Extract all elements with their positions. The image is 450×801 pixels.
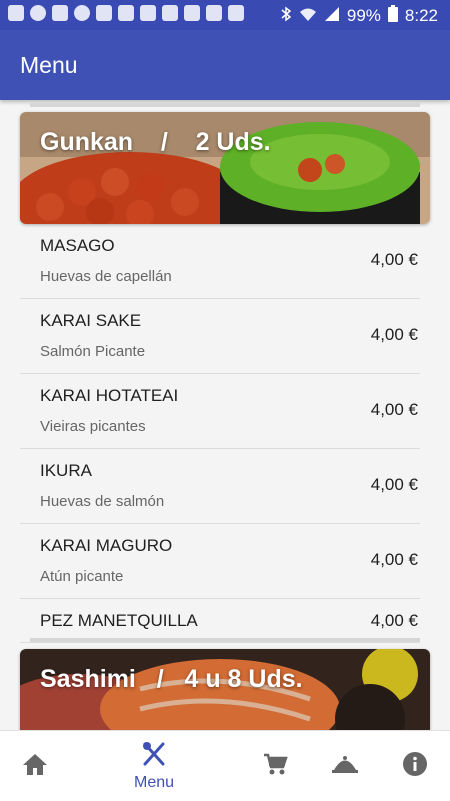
list-item[interactable]: PEZ MANETQUILLA 4,00 € (20, 599, 420, 643)
menu-icon (141, 741, 167, 772)
message-icon (8, 5, 24, 21)
list-item[interactable]: MASAGO Huevas de capellán 4,00 € (20, 224, 420, 299)
item-list: MASAGO Huevas de capellán 4,00 € KARAI S… (20, 224, 420, 643)
status-bar: 99% 8:22 (0, 0, 450, 30)
clock: 8:22 (404, 6, 438, 25)
item-name: KARAI SAKE (40, 311, 142, 330)
item-price: 4,00 € (370, 250, 418, 269)
item-description: Atún picante (40, 568, 124, 585)
menu-content[interactable]: Gunkan / 2 Uds. MASAGO Huevas de capellá… (0, 100, 450, 730)
item-description: Salmón Picante (40, 343, 146, 360)
battery-icon (387, 5, 398, 27)
category-title: Sashimi / 4 u 8 Uds. (40, 665, 303, 693)
info-icon (402, 751, 428, 782)
mail-icon (140, 5, 156, 21)
item-description: Huevas de capellán (40, 268, 172, 285)
soccer-icon (74, 5, 90, 21)
item-price: 4,00 € (370, 550, 418, 569)
page-title: Menu (20, 52, 78, 78)
item-name: KARAI HOTATEAI (40, 386, 179, 405)
category-card-gunkan[interactable]: Gunkan / 2 Uds. (20, 112, 430, 224)
list-item[interactable]: KARAI MAGURO Atún picante 4,00 € (20, 524, 420, 599)
nav-menu[interactable]: Menu (118, 731, 190, 801)
block-icon (30, 5, 46, 21)
divider (30, 103, 420, 107)
item-price: 4,00 € (370, 400, 418, 419)
app-icon (118, 5, 134, 21)
newspaper-icon (228, 5, 244, 21)
battery-percent: 99% (346, 6, 381, 25)
category-title: Gunkan / 2 Uds. (40, 128, 271, 156)
item-description: Vieiras picantes (40, 418, 146, 435)
item-name: KARAI MAGURO (40, 536, 173, 555)
shield-icon (162, 5, 178, 21)
cart-icon (262, 752, 288, 781)
nav-cart[interactable] (240, 731, 310, 801)
bottom-navigation: Menu (0, 730, 450, 801)
nav-menu-label: Menu (133, 773, 175, 791)
item-name: IKURA (40, 461, 92, 480)
divider (30, 638, 420, 642)
item-description: Huevas de salmón (40, 493, 165, 510)
calendar-icon (52, 5, 68, 21)
nav-home[interactable] (0, 731, 70, 801)
list-item[interactable]: IKURA Huevas de salmón 4,00 € (20, 449, 420, 524)
bluetooth-icon (280, 6, 292, 27)
item-name: PEZ MANETQUILLA (40, 611, 198, 630)
nav-orders[interactable] (310, 731, 380, 801)
item-price: 4,00 € (370, 611, 418, 630)
item-price: 4,00 € (370, 475, 418, 494)
nav-info[interactable] (380, 731, 450, 801)
wifi-icon (299, 6, 317, 27)
cloche-icon (331, 753, 359, 780)
gallery-icon (96, 5, 112, 21)
app-bar: Menu (0, 30, 450, 100)
list-item[interactable]: KARAI SAKE Salmón Picante 4,00 € (20, 299, 420, 374)
list-item[interactable]: KARAI HOTATEAI Vieiras picantes 4,00 € (20, 374, 420, 449)
flag-icon (206, 5, 222, 21)
item-price: 4,00 € (370, 325, 418, 344)
category-card-sashimi[interactable]: Sashimi / 4 u 8 Uds. (20, 649, 430, 730)
newspaper-icon (184, 5, 200, 21)
home-icon (22, 752, 48, 781)
signal-icon (324, 6, 340, 27)
item-name: MASAGO (40, 236, 115, 255)
